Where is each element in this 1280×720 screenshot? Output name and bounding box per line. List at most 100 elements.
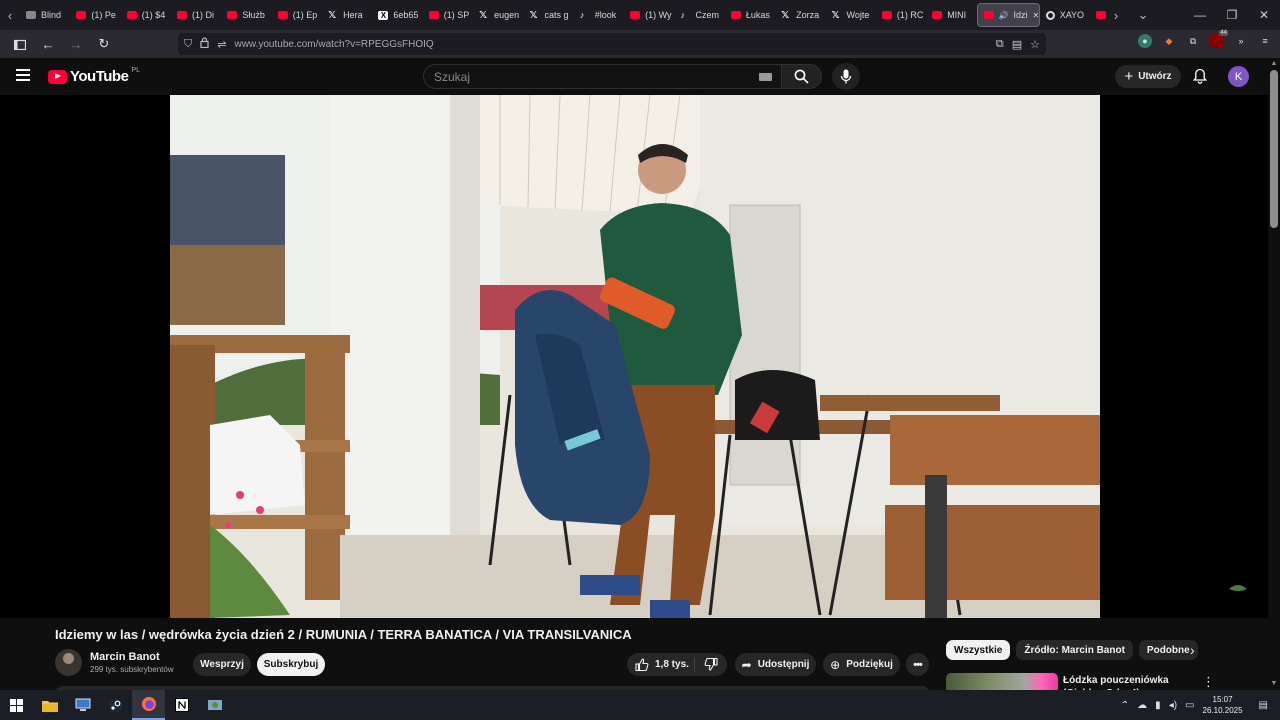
tab-audio-playing-icon[interactable]: 🔊 [999, 11, 1009, 20]
share-button[interactable]: ➦ Udostępnij [735, 653, 816, 676]
browser-tab[interactable]: Blind [20, 0, 70, 30]
lock-icon[interactable] [200, 37, 209, 51]
voice-search-button[interactable] [832, 63, 860, 90]
bookmark-star-icon[interactable]: ☆ [1030, 38, 1040, 51]
steam-icon[interactable] [99, 690, 132, 720]
dislike-button[interactable] [695, 658, 727, 671]
reload-icon[interactable]: ↻ [92, 32, 116, 56]
youtube-logo[interactable]: YouTube PL [48, 67, 140, 85]
browser-tab-partial[interactable] [1090, 0, 1106, 30]
tab-list: Blind (1) Pe (1) $4 (1) Di Służb (1) Ep 𝕏 Hera X… [20, 0, 1106, 30]
control-panel-icon[interactable] [198, 690, 231, 720]
browser-tab[interactable]: MINI [926, 0, 976, 30]
youtube-favicon-icon [983, 11, 994, 19]
restore-icon[interactable]: ❐ [1216, 0, 1248, 30]
video-frame[interactable] [170, 95, 1100, 618]
remote-desktop-icon[interactable] [66, 690, 99, 720]
close-window-icon[interactable]: ✕ [1248, 0, 1280, 30]
tray-overflow-icon[interactable]: ⌃ [1121, 700, 1129, 711]
tab-list-dropdown-icon[interactable]: ⌄ [1126, 0, 1160, 30]
browser-tab[interactable]: (1) $4 [121, 0, 171, 30]
fox-extension-icon[interactable]: ◆ [1162, 34, 1176, 48]
browser-tab[interactable]: (1) SP [423, 0, 473, 30]
browser-tab[interactable]: (1) Ep [272, 0, 322, 30]
scroll-up-arrow-icon[interactable]: ▲ [1270, 60, 1278, 68]
tracking-shield-icon[interactable]: ⛉ [184, 38, 192, 51]
chips-next-arrow-icon[interactable]: › [1190, 642, 1195, 658]
keyboard-icon[interactable] [759, 73, 772, 81]
extensions-puzzle-icon[interactable]: ⧉ [1186, 34, 1200, 48]
video-player[interactable] [0, 95, 1268, 618]
browser-tab[interactable]: XAYO [1040, 0, 1090, 30]
browser-tab[interactable]: (1) Pe [70, 0, 120, 30]
volume-icon[interactable]: ◂) [1169, 700, 1177, 711]
search-input[interactable]: Szukaj [423, 64, 783, 89]
support-button[interactable]: Wesprzyj [193, 653, 251, 676]
windows-start-icon[interactable] [0, 690, 33, 720]
privacy-badger-icon[interactable]: ● [1138, 34, 1152, 48]
reader-view-icon[interactable]: ▤ [1012, 38, 1022, 51]
notifications-tray-icon[interactable]: ▤ [1259, 700, 1268, 711]
browser-tab[interactable]: ♪ Czem [674, 0, 724, 30]
tab-label: (1) Wy [645, 10, 672, 20]
thanks-button[interactable]: ⊕ Podziękuj [823, 653, 900, 676]
browser-tab[interactable]: Łukas [725, 0, 775, 30]
scrollbar-thumb[interactable] [1270, 70, 1278, 228]
like-button[interactable]: 1,8 tys. [627, 657, 695, 672]
browser-tab[interactable]: (1) RC [876, 0, 926, 30]
browser-tab[interactable]: (1) Wy [624, 0, 674, 30]
chip-all[interactable]: Wszystkie [946, 640, 1011, 660]
recommended-thumbnail[interactable] [946, 673, 1058, 690]
tabs-scroll-left-icon[interactable]: ‹ [0, 0, 20, 30]
channel-avatar[interactable] [55, 649, 82, 676]
onedrive-cloud-icon[interactable]: ☁ [1137, 700, 1147, 711]
x-favicon-icon: 𝕏 [831, 9, 840, 21]
picture-in-picture-icon[interactable]: ⧉ [996, 38, 1004, 51]
browser-tab[interactable]: X 6eb65 [372, 0, 422, 30]
tabs-scroll-right-icon[interactable]: › [1106, 0, 1126, 30]
overflow-menu-icon[interactable]: » [1234, 34, 1248, 48]
browser-tab[interactable]: 𝕏 Zorza [775, 0, 825, 30]
file-explorer-icon[interactable] [33, 690, 66, 720]
search-button[interactable] [781, 64, 822, 89]
tab-label: eugen [494, 10, 520, 20]
taskbar-clock[interactable]: 15:07 26.10.2025 [1203, 694, 1243, 716]
recommended-title[interactable]: Łódzka pouczeniówka (Giełda - Odc. 4) [1063, 674, 1198, 690]
chip-from-channel[interactable]: Źródło: Marcin Banot [1016, 640, 1133, 660]
firefox-taskbar-icon[interactable] [132, 690, 165, 720]
scroll-down-arrow-icon[interactable]: ▼ [1270, 680, 1278, 688]
sidebar-toggle-icon[interactable] [8, 32, 32, 56]
channel-name[interactable]: Marcin Banot [90, 651, 174, 663]
app-menu-icon[interactable]: ≡ [1258, 34, 1272, 48]
minimize-icon[interactable]: — [1184, 0, 1216, 30]
browser-tab[interactable]: (1) Di [171, 0, 221, 30]
browser-tab-active[interactable]: 🔊 Idzi ✕ [976, 3, 1040, 27]
notifications-bell-icon[interactable] [1190, 66, 1210, 86]
recommended-menu-icon[interactable]: ⋮ [1202, 674, 1215, 690]
back-icon[interactable]: ← [36, 32, 60, 56]
page-scrollbar[interactable]: ▲ ▼ [1268, 58, 1280, 690]
browser-tab[interactable]: 𝕏cats g [523, 0, 573, 30]
browser-tab[interactable]: ♪ #look [574, 0, 624, 30]
browser-tab[interactable]: 𝕏 Wojte [826, 0, 876, 30]
guide-menu-icon[interactable] [16, 69, 30, 81]
notion-icon[interactable] [165, 690, 198, 720]
create-button[interactable]: + Utwórz [1115, 65, 1181, 88]
network-icon[interactable]: ▭ [1185, 700, 1194, 711]
browser-tab[interactable]: 𝕏eugen [473, 0, 523, 30]
browser-tab[interactable]: 𝕏 Hera [322, 0, 372, 30]
address-bar[interactable]: ⛉ ⇌ www.youtube.com/watch?v=RPEGGsFHOIQ … [178, 33, 1046, 55]
ublock-icon[interactable]: 44 [1210, 30, 1228, 48]
microphone-tray-icon[interactable]: ▮ [1155, 700, 1161, 711]
tab-close-icon[interactable]: ✕ [1033, 11, 1039, 20]
more-actions-button[interactable]: ••• [906, 653, 929, 676]
url-text[interactable]: www.youtube.com/watch?v=RPEGGsFHOIQ [234, 39, 433, 50]
subscribe-button[interactable]: Subskrybuj [257, 653, 325, 676]
channel-watermark-icon[interactable] [1227, 581, 1249, 593]
account-avatar[interactable]: K [1228, 66, 1249, 87]
recommended-video[interactable]: Łódzka pouczeniówka (Giełda - Odc. 4) ⋮ [946, 673, 1266, 690]
browser-tab[interactable]: Służb [221, 0, 271, 30]
chip-related[interactable]: Podobne [1138, 640, 1198, 660]
forward-icon[interactable]: → [64, 32, 88, 56]
permissions-icon[interactable]: ⇌ [217, 38, 226, 51]
